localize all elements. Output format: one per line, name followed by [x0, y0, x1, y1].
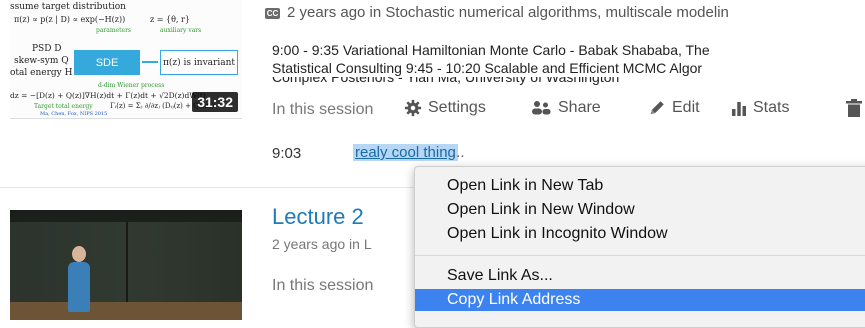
session-description: 9:00 - 9:35 Variational Hamiltonian Mont… [272, 41, 865, 77]
share-button[interactable]: Share [530, 99, 601, 117]
context-menu: Open Link in New Tab Open Link in New Wi… [414, 166, 865, 328]
description-line: Statistical Consulting 9:45 - 10:20 Scal… [272, 60, 703, 76]
slide-sde-formula: dz = −[D(z) + Q(z)]∇H(z)dt + Γ(z)dt + √2… [10, 91, 206, 100]
closed-captions-icon: CC [265, 8, 280, 19]
slide-formula-top-right: z = {θ, r} [150, 15, 190, 24]
lecturer-head [72, 246, 86, 262]
edit-label: Edit [672, 99, 700, 116]
session-thumbnail[interactable]: ssume target distribution π(z) ∝ p(z | D… [10, 0, 242, 119]
people-icon [532, 101, 551, 115]
menu-open-new-tab[interactable]: Open Link in New Tab [415, 175, 865, 197]
slide-auxiliary-label: auxiliary vars [160, 27, 202, 34]
description-line: 9:00 - 9:35 Variational Hamiltonian Mont… [272, 42, 710, 58]
menu-save-link-as[interactable]: Save Link As... [415, 265, 865, 287]
slide-arrow [142, 61, 158, 63]
comment-timestamp[interactable]: 9:03 [272, 145, 301, 162]
slide-psd-label: PSD D [32, 44, 62, 54]
menu-copy-link-address[interactable]: Copy Link Address [415, 289, 865, 311]
lecturer-body [68, 262, 90, 312]
comment-link[interactable]: realy cool thing [353, 144, 458, 161]
slide-parameters-label: parameters [96, 27, 132, 34]
slide-skew-label: skew-sym Q [14, 56, 69, 66]
slide-heading: ssume target distribution [10, 2, 126, 12]
lecture-title-link[interactable]: Lecture 2 [272, 204, 364, 230]
description-line: Complex Posteriors - Yian Ma, University… [272, 77, 620, 85]
stats-label: Stats [753, 99, 790, 116]
delete-button[interactable] [846, 99, 862, 117]
slide-citation: Ma, Chen, Fox, NIPS 2015 [40, 111, 108, 117]
comment-more: ... [452, 144, 465, 161]
settings-button[interactable]: Settings [404, 99, 486, 117]
lecture-meta: 2 years ago in L [272, 236, 372, 252]
slide-wiener-label: d-dim Wiener process [98, 82, 165, 89]
slide-target-label: Target total energy [34, 103, 93, 110]
menu-separator [415, 255, 865, 256]
slide-sde-box: SDE [74, 50, 140, 75]
menu-open-new-window[interactable]: Open Link in New Window [415, 199, 865, 221]
in-this-session-label: In this session [272, 277, 374, 294]
lecture-thumbnail[interactable] [10, 210, 242, 320]
board-divider [126, 222, 128, 302]
session-meta: 2 years ago in Stochastic numerical algo… [287, 4, 729, 21]
menu-open-incognito[interactable]: Open Link in Incognito Window [415, 223, 865, 245]
bar-chart-icon [732, 102, 746, 116]
slide-formula-top: π(z) ∝ p(z | D) ∝ exp(−H(z)) [14, 15, 126, 24]
slide-energy-label: otal energy H [10, 68, 73, 78]
gear-icon [404, 99, 422, 117]
share-label: Share [558, 99, 601, 116]
duration-badge: 31:32 [192, 92, 238, 112]
edit-button[interactable]: Edit [648, 99, 700, 117]
desk [10, 302, 242, 320]
settings-label: Settings [428, 99, 486, 116]
trash-icon [846, 99, 862, 117]
in-this-session-label: In this session [272, 101, 374, 118]
stats-button[interactable]: Stats [731, 99, 789, 117]
pencil-icon [650, 101, 664, 115]
description-truncated-line: Complex Posteriors - Yian Ma, University… [272, 77, 619, 86]
slide-invariant-box: π(z) is invariant [160, 50, 238, 75]
